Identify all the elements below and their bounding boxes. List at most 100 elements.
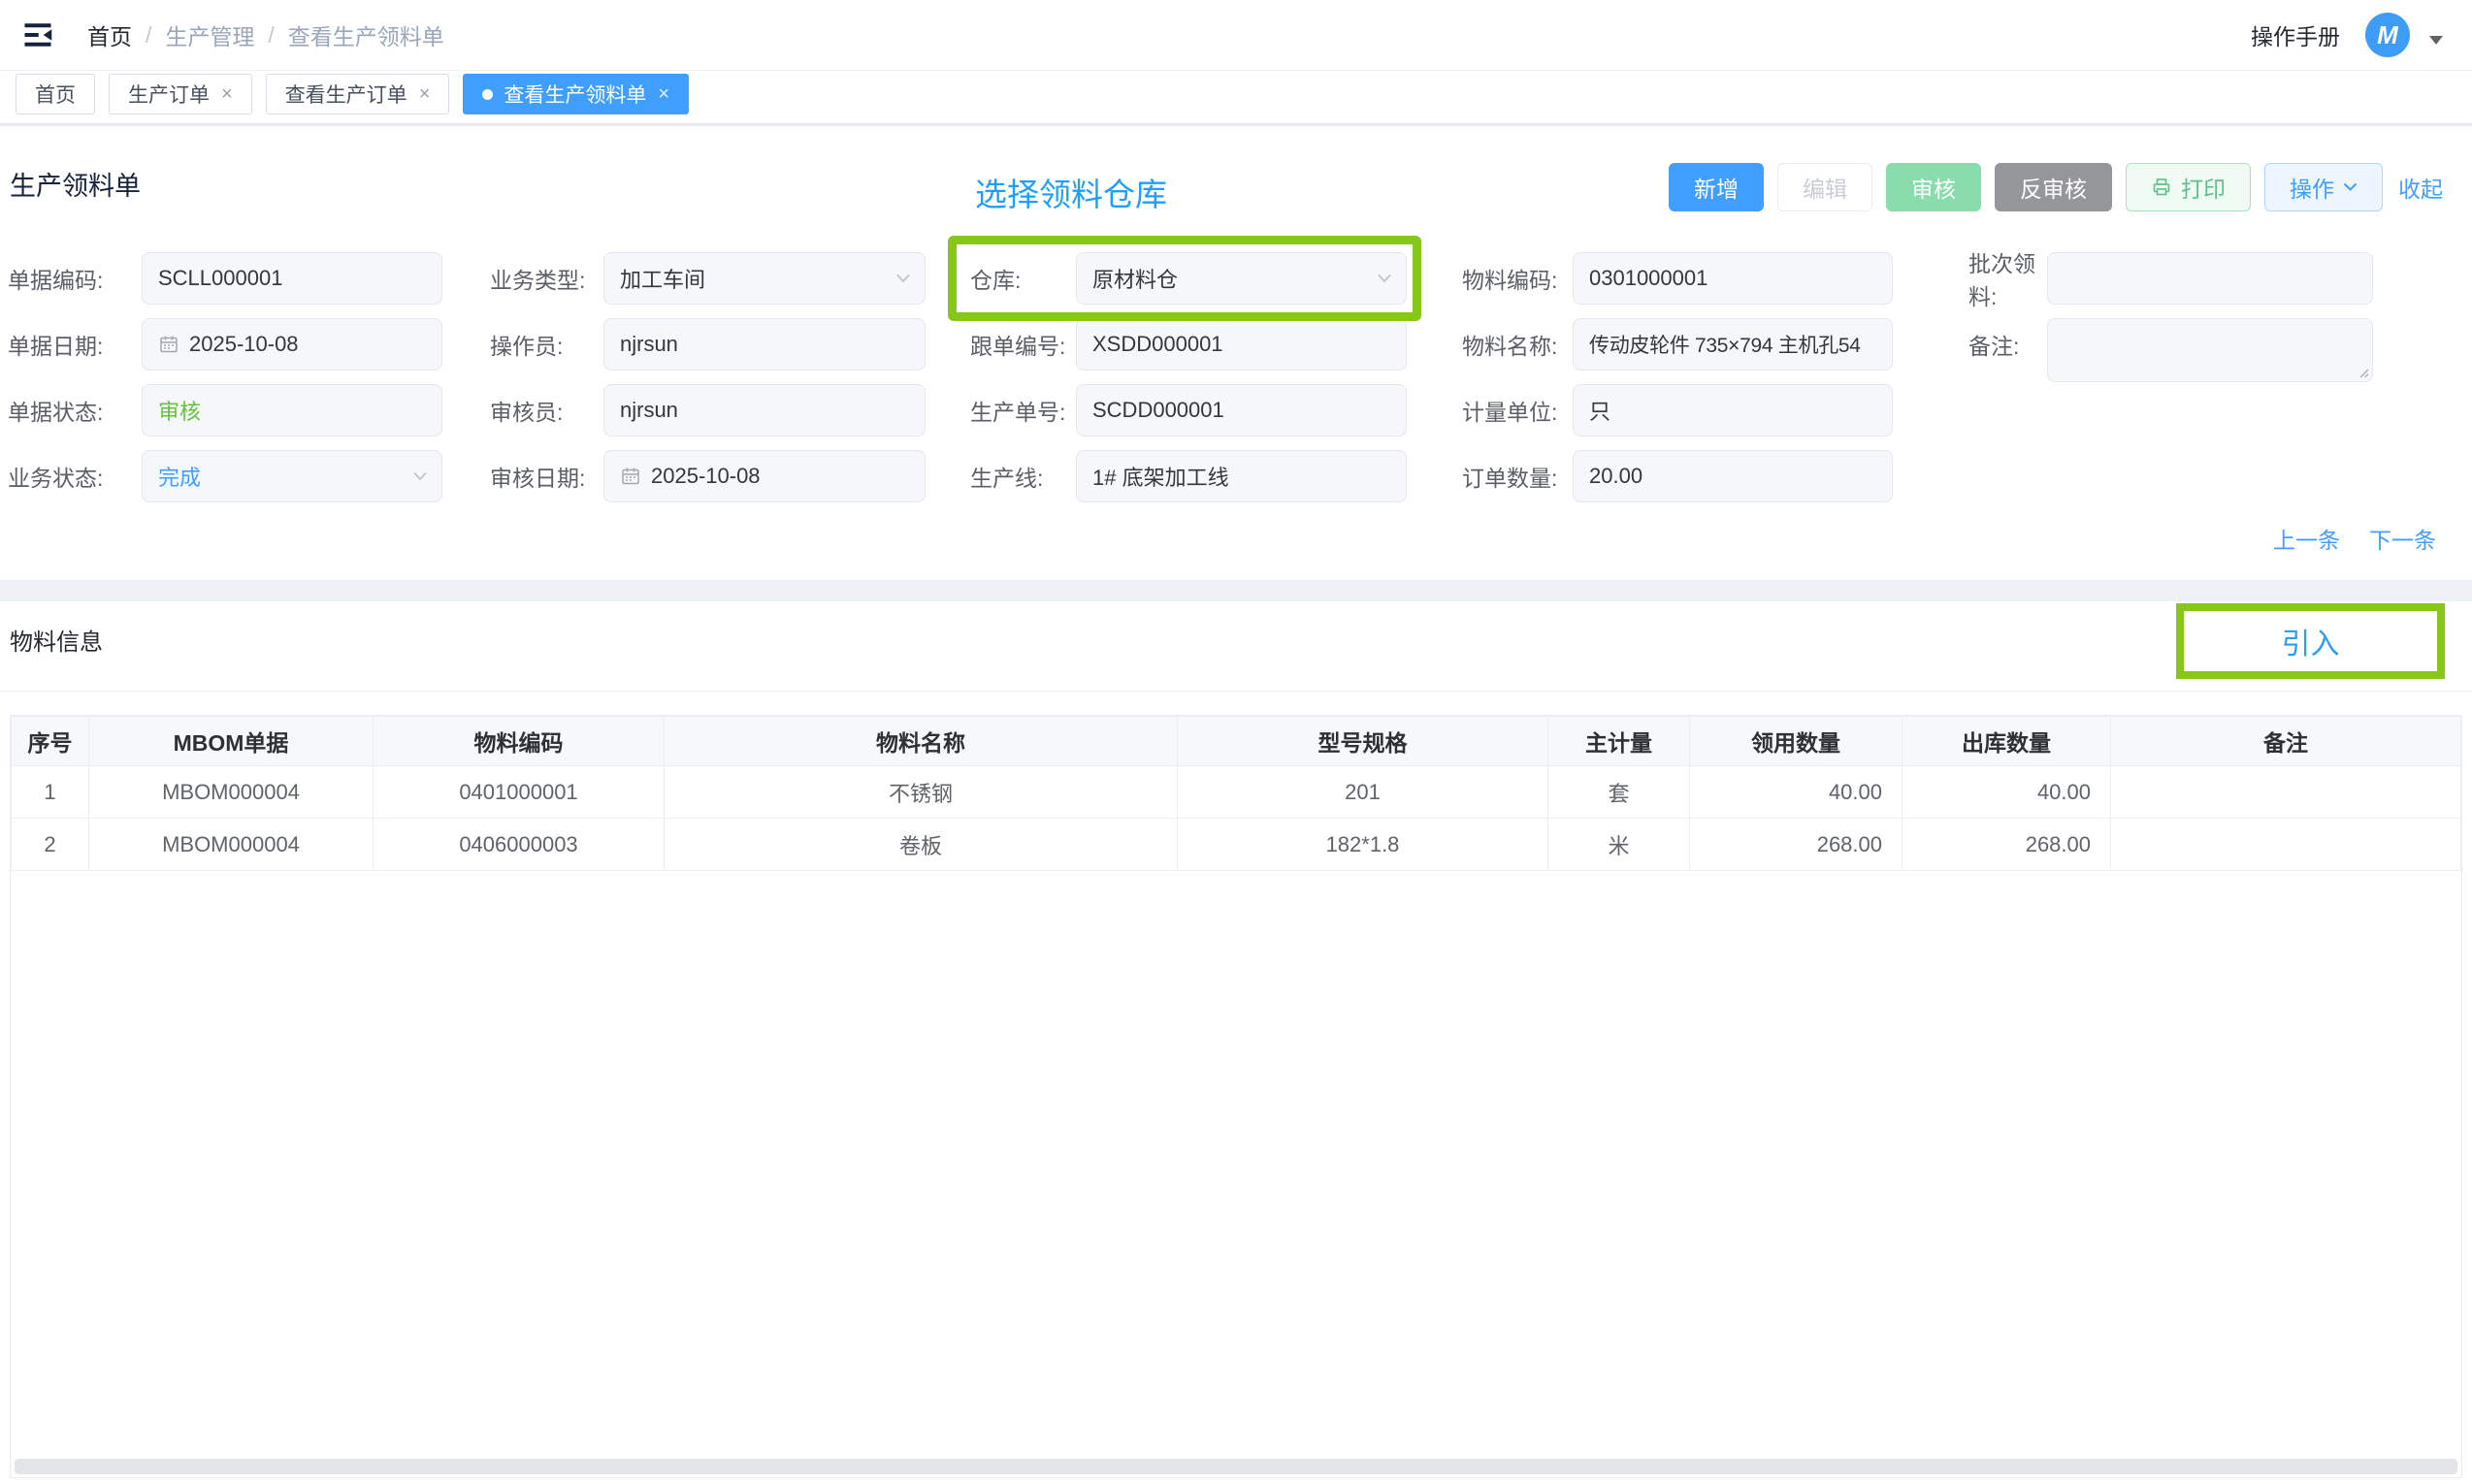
page-title: 生产领料单 <box>10 165 141 203</box>
cell-spec: 182*1.8 <box>1178 819 1548 871</box>
breadcrumb-separator: / <box>268 22 274 48</box>
calendar-icon <box>620 466 641 487</box>
chevron-down-icon <box>2343 182 2358 192</box>
field-value: 原材料仓 <box>1092 263 1178 294</box>
unaudit-button[interactable]: 反审核 <box>1995 163 2112 211</box>
breadcrumb-home[interactable]: 首页 <box>87 18 132 51</box>
doc-status-field[interactable]: 审核 <box>142 384 442 436</box>
avatar[interactable]: M <box>2365 13 2410 57</box>
biz-status-select[interactable]: 完成 <box>142 450 442 502</box>
chevron-down-icon <box>412 471 428 482</box>
cell-mat-name: 卷板 <box>665 819 1178 871</box>
cell-spec: 201 <box>1178 766 1548 819</box>
mat-code-field[interactable]: 0301000001 <box>1573 252 1893 305</box>
close-icon[interactable]: × <box>658 83 669 106</box>
warehouse-select[interactable]: 原材料仓 <box>1076 252 1407 305</box>
col-header-mat-name: 物料名称 <box>665 717 1178 766</box>
breadcrumb-production-mgmt[interactable]: 生产管理 <box>165 18 254 51</box>
cell-remark <box>2111 766 2461 819</box>
active-dot-icon <box>482 89 493 100</box>
breadcrumb-separator: / <box>146 22 151 48</box>
cell-out-qty: 40.00 <box>1903 766 2111 819</box>
field-value: 2025-10-08 <box>651 464 761 489</box>
tab-production-order[interactable]: 生产订单 × <box>109 74 252 114</box>
table-row[interactable]: 1 MBOM000004 0401000001 不锈钢 201 套 40.00 … <box>12 766 2461 819</box>
field-value: 加工车间 <box>620 263 705 294</box>
materials-section-title: 物料信息 <box>10 623 103 657</box>
col-header-out-qty: 出库数量 <box>1903 717 2111 766</box>
field-label-auditor: 审核员: <box>490 384 603 436</box>
horizontal-scrollbar[interactable] <box>15 1459 2457 1474</box>
import-button[interactable]: 引入 <box>2282 620 2340 662</box>
remark-textarea[interactable] <box>2047 318 2373 382</box>
field-label-audit-date: 审核日期: <box>490 450 603 502</box>
field-label-doc-status: 单据状态: <box>8 384 142 436</box>
manual-link[interactable]: 操作手册 <box>2251 18 2340 51</box>
doc-code-field[interactable]: SCLL000001 <box>142 252 442 305</box>
field-label-doc-date: 单据日期: <box>8 318 142 371</box>
status-badge: 完成 <box>158 461 201 492</box>
unit-field[interactable]: 只 <box>1573 384 1893 436</box>
prod-line-field[interactable]: 1# 底架加工线 <box>1076 450 1407 502</box>
field-label-mat-code: 物料编码: <box>1462 252 1573 305</box>
close-icon[interactable]: × <box>419 83 431 106</box>
resize-grip-icon[interactable] <box>2357 366 2369 378</box>
col-header-req-qty: 领用数量 <box>1690 717 1903 766</box>
materials-table: 序号 MBOM单据 物料编码 物料名称 型号规格 主计量 领用数量 出库数量 备… <box>11 716 2461 871</box>
edit-button[interactable]: 编辑 <box>1777 163 1872 211</box>
cell-mbom: MBOM000004 <box>89 819 374 871</box>
follow-no-field[interactable]: XSDD000001 <box>1076 318 1407 371</box>
tab-home[interactable]: 首页 <box>16 74 95 114</box>
field-label-order-qty: 订单数量: <box>1462 450 1573 502</box>
table-header-row: 序号 MBOM单据 物料编码 物料名称 型号规格 主计量 领用数量 出库数量 备… <box>12 717 2461 766</box>
collapse-panel-link[interactable]: 收起 <box>2396 163 2445 211</box>
cell-req-qty: 40.00 <box>1690 766 1903 819</box>
field-label-remark: 备注: <box>1968 318 2047 371</box>
field-value: 0301000001 <box>1589 266 1708 291</box>
table-row[interactable]: 2 MBOM000004 0406000003 卷板 182*1.8 米 268… <box>12 819 2461 871</box>
field-label-biz-type: 业务类型: <box>490 252 603 305</box>
prod-no-field[interactable]: SCDD000001 <box>1076 384 1407 436</box>
biz-type-select[interactable]: 加工车间 <box>603 252 926 305</box>
tab-label: 查看生产领料单 <box>504 80 646 109</box>
field-value: 传动皮轮件 735×794 主机孔54 <box>1589 330 1861 359</box>
main-content: 生产领料单 选择领料仓库 新增 编辑 审核 反审核 打印 操作 收起 单据编码:… <box>0 126 2472 1484</box>
action-dropdown-button[interactable]: 操作 <box>2264 163 2383 211</box>
audit-date-picker[interactable]: 2025-10-08 <box>603 450 926 502</box>
sidebar-collapse-icon[interactable] <box>17 15 58 55</box>
auditor-field[interactable]: njrsun <box>603 384 926 436</box>
field-label-prod-no: 生产单号: <box>970 384 1076 436</box>
next-record-link[interactable]: 下一条 <box>2369 522 2436 555</box>
order-qty-field[interactable]: 20.00 <box>1573 450 1893 502</box>
tab-label: 生产订单 <box>128 80 210 109</box>
cell-unit: 米 <box>1548 819 1690 871</box>
field-label-unit: 计量单位: <box>1462 384 1573 436</box>
tab-bar: 首页 生产订单 × 查看生产订单 × 查看生产领料单 × <box>0 72 2472 123</box>
add-button[interactable]: 新增 <box>1669 163 1764 211</box>
print-label: 打印 <box>2181 171 2226 204</box>
printer-icon <box>2151 177 2172 198</box>
print-button[interactable]: 打印 <box>2126 163 2251 211</box>
caret-down-icon[interactable] <box>2429 36 2443 45</box>
status-badge: 审核 <box>158 395 201 426</box>
col-header-unit: 主计量 <box>1548 717 1690 766</box>
cell-mbom: MBOM000004 <box>89 766 374 819</box>
batch-field[interactable] <box>2047 252 2373 305</box>
tab-view-material-requisition[interactable]: 查看生产领料单 × <box>463 74 689 114</box>
cell-out-qty: 268.00 <box>1903 819 2111 871</box>
requisition-form: 单据编码: SCLL000001 业务类型: 加工车间 仓库: 原材料仓 物料编… <box>8 252 2373 502</box>
cell-mat-code: 0406000003 <box>374 819 665 871</box>
field-value: 2025-10-08 <box>189 332 299 357</box>
field-value: njrsun <box>620 332 678 357</box>
tab-label: 查看生产订单 <box>285 80 407 109</box>
prev-record-link[interactable]: 上一条 <box>2273 522 2340 555</box>
audit-button[interactable]: 审核 <box>1886 163 1981 211</box>
col-header-mbom: MBOM单据 <box>89 717 374 766</box>
doc-date-picker[interactable]: 2025-10-08 <box>142 318 442 371</box>
tab-label: 首页 <box>35 80 76 109</box>
mat-name-field[interactable]: 传动皮轮件 735×794 主机孔54 <box>1573 318 1893 371</box>
close-icon[interactable]: × <box>221 83 233 106</box>
operator-field[interactable]: njrsun <box>603 318 926 371</box>
action-label: 操作 <box>2290 171 2334 204</box>
tab-view-production-order[interactable]: 查看生产订单 × <box>266 74 450 114</box>
